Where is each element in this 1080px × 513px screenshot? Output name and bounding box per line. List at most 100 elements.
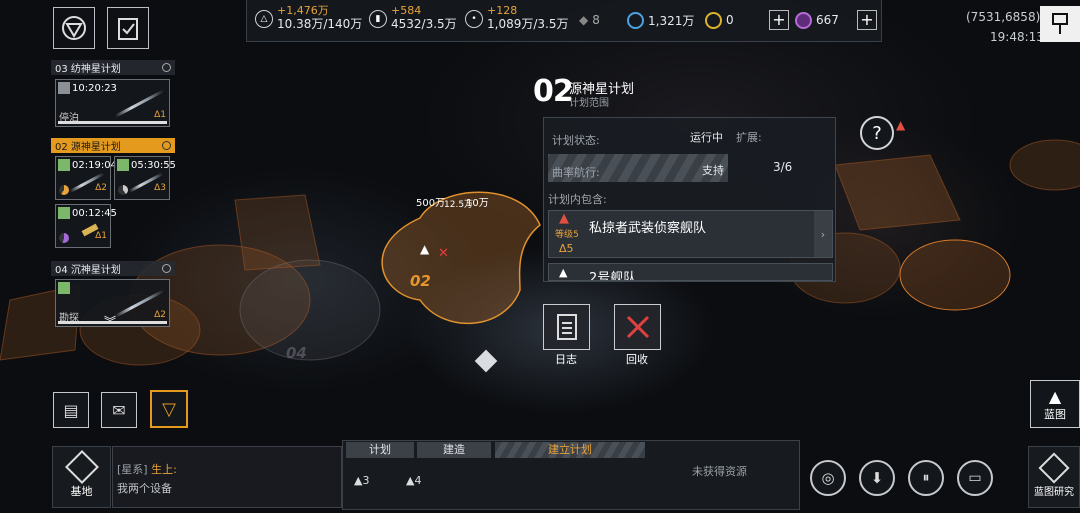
tab-create-plan[interactable]: 建立计划: [495, 442, 645, 458]
base-button[interactable]: 基地: [52, 446, 111, 508]
enemy-marker-icon[interactable]: ✕: [438, 246, 449, 261]
plan-03-timer: 10:20:23: [72, 82, 117, 94]
fleet-item-1[interactable]: ▲ 等级5 Δ5 私掠者武装侦察舰队 ›: [548, 210, 833, 258]
blueprint-research-label: 蓝图研究: [1034, 486, 1074, 498]
galaxy-view-button[interactable]: ◎: [810, 460, 846, 496]
plan-02-timer-b: 05:30:55: [131, 159, 176, 171]
log-document-icon: [556, 314, 577, 340]
state-label: 计划状态:: [552, 134, 600, 147]
resource-1[interactable]: △ +1,476万 10.38万/140万: [255, 4, 362, 32]
down-arrow-icon: ⬇: [870, 469, 884, 487]
mail-button[interactable]: ✉: [101, 392, 137, 428]
gold-counter[interactable]: 0: [705, 10, 734, 30]
fleet-marker-icon[interactable]: ▲: [420, 242, 429, 256]
credits-counter[interactable]: 1,321万: [627, 10, 694, 30]
chat-message: 我两个设备: [117, 482, 172, 495]
expand-chevron-icon[interactable]: ︾: [104, 313, 116, 330]
plan-header-03-label: 03 纺神星计划: [55, 64, 121, 75]
recall-label: 回收: [626, 353, 648, 366]
orbit-icon: ◎: [821, 469, 835, 487]
capsule-icon: ▮: [369, 10, 387, 28]
plan-header-04[interactable]: 04 沉神星计划: [51, 261, 175, 276]
resource-3[interactable]: • +128 1,089万/3.5万: [465, 4, 568, 32]
plan-group-02: 02 源神星计划: [51, 138, 175, 153]
fleet-delta: Δ5: [559, 242, 574, 255]
plan-02-level-c: Δ1: [95, 231, 107, 241]
map-label-a: 500万: [416, 198, 446, 209]
gold-icon: [705, 11, 722, 29]
crystal-counter[interactable]: ◆ 8: [579, 10, 600, 30]
dot-icon: •: [465, 10, 483, 28]
envelope-icon: ✉: [112, 400, 126, 420]
mining-icon: [117, 159, 129, 171]
download-button[interactable]: ⬇: [859, 460, 895, 496]
folder-icon: ▭: [968, 470, 982, 486]
blueprint-research-button[interactable]: 蓝图研究: [1028, 446, 1080, 508]
plan-02-timer-a: 02:19:04: [72, 159, 117, 171]
credits-value: 1,321万: [648, 13, 695, 28]
chat-box[interactable]: [星系] 生上: 我两个设备: [112, 446, 342, 508]
base-icon: [64, 450, 99, 484]
alliance-button[interactable]: ▽: [150, 390, 188, 428]
galaxy-button[interactable]: [53, 7, 95, 49]
recall-x-icon: [626, 315, 649, 339]
blueprint-button[interactable]: ▲ 蓝图: [1030, 380, 1080, 428]
storage-button[interactable]: ▭: [957, 460, 993, 496]
dock-icon: [58, 82, 70, 94]
plan-02-card-b[interactable]: 05:30:55 Δ3: [114, 156, 176, 200]
plan-header-03[interactable]: 03 纺神星计划: [51, 60, 175, 75]
research-icon: [1038, 451, 1070, 484]
coords: (7531,6858): [966, 10, 1041, 24]
circle-icon: [162, 141, 171, 150]
resource-2[interactable]: ▮ +584 4532/3.5万: [369, 4, 457, 32]
recall-button[interactable]: [614, 304, 661, 350]
plan-group-04: 04 沉神星计划: [51, 261, 175, 276]
resource-bar: △ +1,476万 10.38万/140万 ▮ +584 4532/3.5万 • +…: [246, 0, 882, 42]
fleet-level: 等级5: [555, 230, 579, 240]
add-premium-button[interactable]: +: [857, 10, 877, 30]
plan-subtitle: 计划范围: [569, 98, 609, 109]
pie-icon: [59, 185, 69, 195]
crystal-value: 8: [592, 13, 600, 27]
premium-counter[interactable]: 667: [795, 10, 839, 30]
count-b-value: 4: [414, 474, 422, 487]
fleet-detail-chevron-icon[interactable]: ›: [814, 211, 832, 257]
plan-02-card-c[interactable]: 00:12:45 Δ1: [55, 204, 117, 248]
fleet-rank-icon: ▲: [559, 211, 569, 226]
plan-header-02[interactable]: 02 源神星计划: [51, 138, 175, 153]
fleet-button[interactable]: ⏸: [908, 460, 944, 496]
mining-icon: [58, 159, 70, 171]
mining-icon: [58, 207, 70, 219]
premium-icon: [795, 11, 812, 29]
plan-card-03[interactable]: 10:20:23 停泊 Δ1: [55, 79, 170, 127]
fleet-item-2[interactable]: ▲ 2号舰队: [548, 263, 833, 281]
tasks-button[interactable]: [107, 7, 149, 49]
shield-triangle-icon: ▽: [162, 398, 176, 420]
no-resource-text: 未获得资源: [692, 465, 747, 478]
fleet-name: 私掠者武装侦察舰队: [589, 221, 707, 236]
fleet-2-icon: ▲: [559, 266, 568, 279]
plan-02-card-a[interactable]: 02:19:04 Δ2: [55, 156, 117, 200]
count-a-value: 3: [362, 474, 370, 487]
menu-button[interactable]: [1040, 6, 1080, 42]
pie-icon: [59, 233, 69, 243]
plan-header-02-label: 02 源神星计划: [55, 142, 121, 153]
plan-info-panel: 计划状态: 运行中 扩展: 3/6 曲率航行: 支持 计划内包含: ▲ 等级5 …: [543, 117, 836, 282]
tab-plan[interactable]: 计划: [346, 442, 414, 458]
clipboard-check-icon: [118, 18, 138, 40]
document-icon: ▤: [63, 400, 79, 420]
add-gold-button[interactable]: +: [769, 10, 789, 30]
crystal-icon: ◆: [579, 13, 589, 27]
log-button[interactable]: [543, 304, 590, 350]
gold-value: 0: [726, 13, 734, 27]
log-label: 日志: [555, 353, 577, 366]
credits-icon: [627, 11, 644, 29]
alert-triangle-icon: ▲: [896, 118, 906, 132]
tab-build[interactable]: 建造: [417, 442, 491, 458]
region-label: 02: [410, 272, 431, 290]
resource-1-delta: +1,476万: [277, 4, 329, 17]
help-button[interactable]: ?: [860, 116, 894, 150]
report-button[interactable]: ▤: [53, 392, 89, 428]
progress-bar: [58, 121, 167, 124]
count-a: ▲3: [354, 474, 369, 487]
